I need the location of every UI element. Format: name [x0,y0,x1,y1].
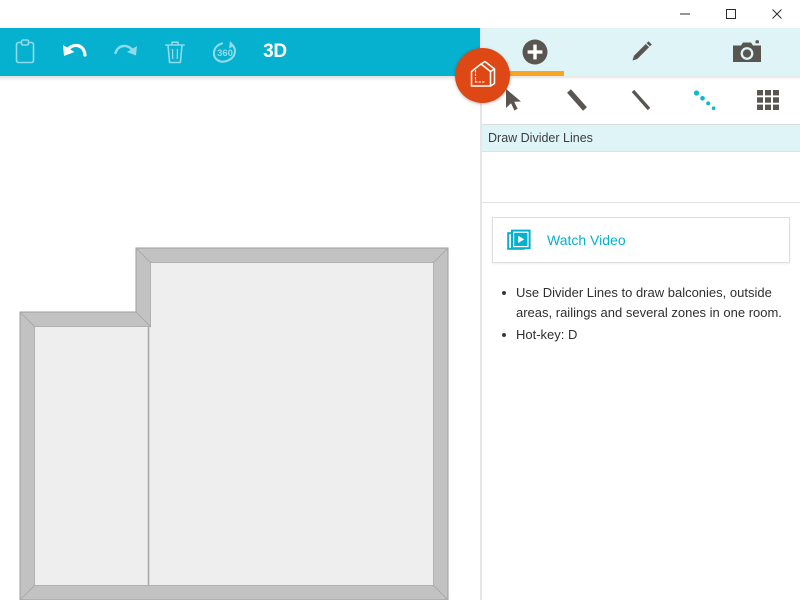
clipboard-icon [13,39,37,65]
camera-icon [731,37,763,67]
maximize-button[interactable] [708,0,754,28]
floorplan-drawing [0,76,480,600]
redo-button[interactable] [100,28,150,76]
360-icon: 360 [210,38,240,66]
redo-icon [110,39,140,65]
tool-draw-divider-lines[interactable] [673,76,737,124]
house-3d-icon [467,59,499,93]
toolbar-shadow [0,76,480,81]
plus-circle-icon [520,37,550,67]
pencil-icon [626,37,656,67]
minimize-icon [679,8,691,20]
window-controls [662,0,800,28]
tab-edit[interactable] [588,28,694,76]
close-icon [771,8,783,20]
panel-separator [480,28,482,600]
svg-text:360: 360 [217,48,233,59]
dotted-line-icon [690,86,720,114]
undo-icon [60,39,90,65]
tool-grid[interactable] [736,76,800,124]
right-panel: Draw Divider Lines Watch Video Use Divid… [482,28,800,600]
panel-options-area [482,152,800,203]
maximize-icon [725,8,737,20]
rotate-360-button[interactable]: 360 [200,28,250,76]
watch-video-container: Watch Video [482,203,800,263]
house-3d-badge-button[interactable] [455,48,510,103]
main-toolbar: 360 3D [0,28,480,76]
title-bar [0,0,800,28]
tip-item: Use Divider Lines to draw balconies, out… [516,283,786,323]
undo-button[interactable] [50,28,100,76]
tool-draw-wall[interactable] [546,76,610,124]
application-window: 360 3D [0,0,800,600]
clipboard-button[interactable] [0,28,50,76]
delete-button[interactable] [150,28,200,76]
tip-item: Hot-key: D [516,325,786,345]
view-3d-button[interactable]: 3D [250,28,300,76]
tool-draw-thin-wall[interactable] [609,76,673,124]
tips-list: Use Divider Lines to draw balconies, out… [482,283,800,345]
thin-line-icon [627,86,655,114]
panel-tab-bar [482,28,800,76]
tab-camera[interactable] [694,28,800,76]
watch-video-label: Watch Video [547,232,626,248]
grid-icon [755,87,781,113]
trash-icon [163,39,187,65]
thick-line-icon [563,86,591,114]
floorplan-canvas[interactable] [0,76,480,600]
panel-tool-bar [482,76,800,125]
room-interior [35,263,433,585]
watch-video-button[interactable]: Watch Video [492,217,790,263]
close-button[interactable] [754,0,800,28]
video-play-icon [507,228,533,252]
panel-title: Draw Divider Lines [482,125,800,152]
view-3d-label: 3D [263,41,287,63]
minimize-button[interactable] [662,0,708,28]
